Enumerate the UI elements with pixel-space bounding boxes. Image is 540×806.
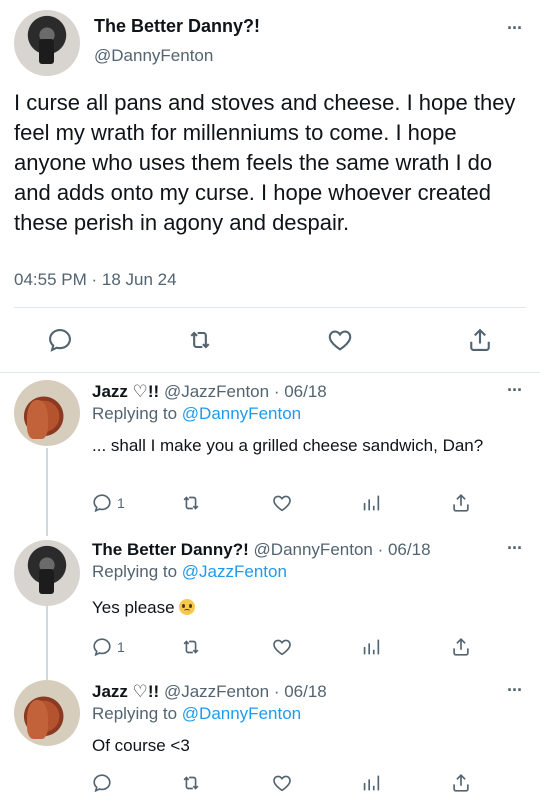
reply-text: Of course <3 [92,736,190,755]
share-icon [453,638,469,656]
retweet-button[interactable] [180,772,202,794]
reply-count: 1 [117,639,125,655]
display-name[interactable]: Jazz ♡!! [92,682,159,701]
heart-icon [328,330,352,351]
reply-date: · 06/18 [273,682,327,701]
reply-text: ... shall I make you a grilled cheese sa… [92,436,484,455]
display-name[interactable]: The Better Danny?! [92,540,249,559]
share-button[interactable] [466,326,494,354]
main-tweet: The Better Danny?! @DannyFenton ··· I cu… [0,0,540,372]
reply-count: 1 [117,495,125,511]
like-button[interactable] [271,636,293,658]
views-icon [363,639,380,655]
avatar[interactable] [14,680,80,746]
share-icon [470,328,490,351]
reply-text: Yes please [92,598,175,617]
reply-button[interactable] [91,772,117,794]
share-button[interactable] [450,492,472,514]
reply-date: · 06/18 [273,382,327,401]
avatar[interactable] [14,10,80,76]
heart-icon [273,639,291,656]
reply-text-row: Yes please [92,596,522,620]
replying-to: Replying to @DannyFenton [92,704,301,724]
share-icon [453,774,469,792]
reply-button[interactable]: 1 [91,636,125,658]
display-name[interactable]: The Better Danny?! [94,16,260,37]
like-button[interactable] [271,492,293,514]
user-handle[interactable]: @JazzFenton [164,682,269,701]
views-icon [363,495,380,511]
reply-actions [0,772,540,798]
display-name[interactable]: Jazz ♡!! [92,382,159,401]
reply-icon [93,494,111,513]
reply-tweet: Jazz ♡!! @JazzFenton · 06/18 ··· Replyin… [0,372,540,532]
like-button[interactable] [326,326,354,354]
retweet-button[interactable] [180,492,202,514]
retweet-icon [183,776,199,790]
reply-date: · 06/18 [377,540,431,559]
views-icon [363,775,380,791]
more-options-icon[interactable]: ··· [507,380,523,401]
replying-to: Replying to @JazzFenton [92,562,287,582]
retweet-icon [183,496,199,510]
retweet-icon [183,640,199,654]
views-button[interactable] [360,636,382,658]
more-options-icon[interactable]: ··· [507,680,523,701]
mention-link[interactable]: @DannyFenton [182,704,301,723]
retweet-button[interactable] [186,326,214,354]
reply-icon [93,774,111,793]
retweet-icon [190,331,210,349]
reply-actions: 1 [0,492,540,518]
tweet-actions [0,322,540,358]
reply-button[interactable] [46,326,74,354]
share-button[interactable] [450,772,472,794]
tweet-text: I curse all pans and stoves and cheese. … [14,90,516,235]
reply-icon [49,329,71,352]
avatar[interactable] [14,540,80,606]
reply-header: The Better Danny?! @DannyFenton · 06/18 [92,540,431,560]
pleading-face-icon [178,599,195,615]
tweet-timestamp[interactable]: 04:55 PM · 18 Jun 24 [14,270,177,290]
views-button[interactable] [360,772,382,794]
replying-to-label: Replying to [92,704,182,723]
divider [14,307,526,308]
retweet-button[interactable] [180,636,202,658]
user-handle[interactable]: @DannyFenton [94,46,213,66]
reply-header: Jazz ♡!! @JazzFenton · 06/18 [92,382,327,402]
user-handle[interactable]: @JazzFenton [164,382,269,401]
mention-link[interactable]: @DannyFenton [182,404,301,423]
reply-icon [93,638,111,657]
views-button[interactable] [360,492,382,514]
share-icon [453,494,469,512]
reply-actions: 1 [0,636,540,662]
more-options-icon[interactable]: ··· [507,538,523,559]
reply-tweet: The Better Danny?! @DannyFenton · 06/18 … [0,532,540,672]
reply-tweet: Jazz ♡!! @JazzFenton · 06/18 ··· Replyin… [0,672,540,806]
like-button[interactable] [271,772,293,794]
heart-icon [273,775,291,792]
replying-to: Replying to @DannyFenton [92,404,301,424]
user-handle[interactable]: @DannyFenton [254,540,373,559]
replying-to-label: Replying to [92,404,182,423]
heart-icon [273,495,291,512]
reply-button[interactable]: 1 [91,492,125,514]
mention-link[interactable]: @JazzFenton [182,562,287,581]
avatar[interactable] [14,380,80,446]
replying-to-label: Replying to [92,562,182,581]
share-button[interactable] [450,636,472,658]
reply-header: Jazz ♡!! @JazzFenton · 06/18 [92,682,327,702]
more-options-icon[interactable]: ··· [507,18,523,39]
